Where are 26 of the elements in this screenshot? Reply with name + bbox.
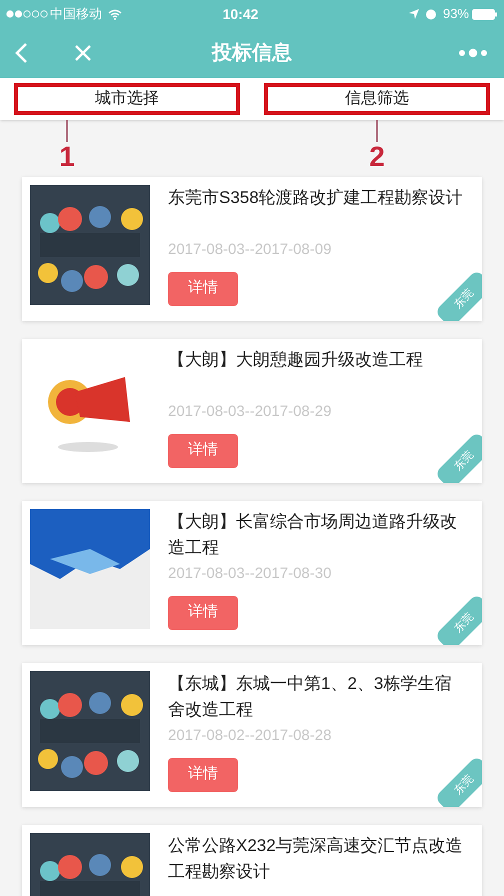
details-button[interactable]: 详情 <box>168 434 238 468</box>
wifi-icon <box>108 8 122 20</box>
carrier-name: 中国移动 <box>50 5 102 24</box>
annotation-number: 2 <box>369 142 385 172</box>
filter-button[interactable]: 城市选择 <box>14 83 240 115</box>
page-title: 投标信息 <box>212 41 292 66</box>
more-dots-icon <box>458 48 488 58</box>
back-chevron-icon <box>14 42 28 64</box>
battery-icon <box>472 8 498 20</box>
tender-title: 【东城】东城一中第1、2、3栋学生宿舍改造工程 <box>168 673 452 721</box>
leader-line <box>376 120 378 142</box>
clock-time: 10:42 <box>222 4 260 24</box>
location-arrow-icon <box>408 9 419 19</box>
annotation-number: 1 <box>59 142 75 172</box>
filter-button[interactable]: 信息筛选 <box>264 83 490 115</box>
leader-line <box>66 120 68 142</box>
battery-percent: 93% <box>442 5 469 24</box>
signal-dots-icon <box>6 10 48 18</box>
details-button[interactable]: 详情 <box>168 758 238 792</box>
details-button[interactable]: 详情 <box>168 272 238 306</box>
close-icon <box>74 44 92 62</box>
tender-title: 公常公路X232与莞深高速交汇节点改造工程勘察设计 <box>168 835 464 883</box>
tender-title: 东莞市S358轮渡路改扩建工程勘察设计 <box>168 187 464 209</box>
tender-title: 【大朗】长富综合市场周边道路升级改造工程 <box>168 511 458 559</box>
details-button[interactable]: 详情 <box>168 596 238 630</box>
tender-title: 【大朗】大朗憩趣园升级改造工程 <box>168 349 424 371</box>
